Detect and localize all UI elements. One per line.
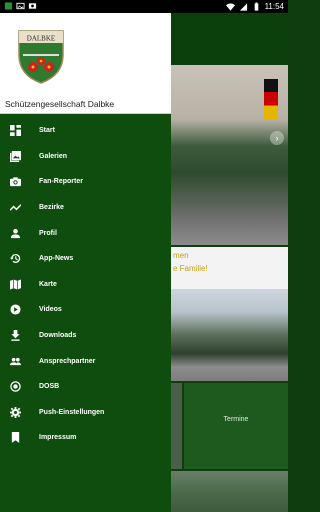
menu-item-label: Galerien bbox=[39, 152, 68, 160]
gallery-icon bbox=[10, 150, 21, 162]
navigation-drawer: DALBKE Schützengesellschaft Dalbke Start bbox=[0, 13, 171, 512]
menu-item-downloads[interactable]: Downloads bbox=[0, 323, 171, 349]
svg-text:DALBKE: DALBKE bbox=[27, 35, 55, 43]
menu-item-videos[interactable]: Videos bbox=[0, 297, 171, 323]
person-icon bbox=[10, 228, 21, 239]
menu-item-label: Start bbox=[39, 127, 55, 135]
green-app-icon bbox=[4, 2, 13, 10]
signal-icon bbox=[239, 2, 247, 11]
wifi-icon bbox=[225, 2, 235, 11]
menu-item-label: DOSB bbox=[39, 383, 60, 391]
menu-item-impressum[interactable]: Impressum bbox=[0, 425, 171, 451]
menu-item-fan-reporter[interactable]: Fan-Reporter bbox=[0, 169, 171, 195]
menu-item-galerien[interactable]: Galerien bbox=[0, 144, 171, 170]
map-icon bbox=[10, 279, 21, 290]
news-tile[interactable]: men e Familie! bbox=[171, 247, 288, 289]
menu-item-label: Ansprechpartner bbox=[39, 357, 96, 365]
termine-label: Termine bbox=[223, 416, 249, 423]
drawer-menu: Start Galerien Fan-Reporter Bezirke Prof… bbox=[0, 118, 171, 451]
menu-item-push-einstellungen[interactable]: Push-Einstellungen bbox=[0, 400, 171, 426]
menu-item-dosb[interactable]: DOSB bbox=[0, 374, 171, 400]
history-icon bbox=[10, 253, 21, 264]
people-icon bbox=[10, 356, 21, 367]
battery-icon bbox=[254, 2, 258, 11]
video-icon bbox=[10, 304, 21, 315]
menu-item-label: Downloads bbox=[39, 332, 77, 340]
menu-item-label: Karte bbox=[39, 280, 57, 288]
flag-image bbox=[264, 79, 278, 119]
menu-item-label: Push-Einstellungen bbox=[39, 408, 105, 416]
menu-item-label: Fan-Reporter bbox=[39, 178, 83, 186]
gallery-icon bbox=[16, 2, 25, 10]
trending-icon bbox=[10, 202, 21, 213]
menu-item-bezirke[interactable]: Bezirke bbox=[0, 195, 171, 221]
club-crest-logo: DALBKE bbox=[18, 30, 64, 84]
app-screen: 11:54 › men e Familie! Termine DALBKE Sc… bbox=[0, 0, 288, 512]
menu-item-label: Videos bbox=[39, 306, 62, 314]
menu-item-label: Bezirke bbox=[39, 204, 64, 212]
news-text-line2: e Familie! bbox=[173, 264, 208, 273]
status-bar: 11:54 bbox=[0, 0, 288, 13]
news-text-line1: men bbox=[173, 251, 189, 260]
menu-item-profil[interactable]: Profil bbox=[0, 220, 171, 246]
club-name: Schützengesellschaft Dalbke bbox=[5, 99, 115, 109]
bookmark-icon bbox=[10, 432, 21, 444]
termine-tile[interactable]: Termine bbox=[184, 383, 288, 469]
clock: 11:54 bbox=[264, 2, 284, 11]
download-icon bbox=[10, 330, 21, 341]
menu-item-label: App-News bbox=[39, 255, 74, 263]
image-tile-small[interactable] bbox=[171, 383, 182, 469]
menu-item-ansprechpartner[interactable]: Ansprechpartner bbox=[0, 348, 171, 374]
menu-item-label: Impressum bbox=[39, 434, 77, 442]
menu-item-app-news[interactable]: App-News bbox=[0, 246, 171, 272]
camera-icon bbox=[10, 176, 21, 187]
photo-icon bbox=[28, 3, 37, 9]
parade-image-tile[interactable] bbox=[171, 289, 288, 381]
dashboard-icon bbox=[10, 125, 21, 137]
menu-item-label: Profil bbox=[39, 229, 57, 237]
menu-item-start[interactable]: Start bbox=[0, 118, 171, 144]
drawer-header: DALBKE Schützengesellschaft Dalbke bbox=[0, 13, 171, 114]
radio-button-icon bbox=[10, 381, 21, 392]
chevron-right-icon[interactable]: › bbox=[270, 131, 284, 145]
gear-icon bbox=[10, 406, 21, 418]
umbrella-image-tile[interactable] bbox=[171, 471, 288, 512]
menu-item-karte[interactable]: Karte bbox=[0, 272, 171, 298]
hero-image-tile[interactable]: › bbox=[171, 65, 288, 245]
